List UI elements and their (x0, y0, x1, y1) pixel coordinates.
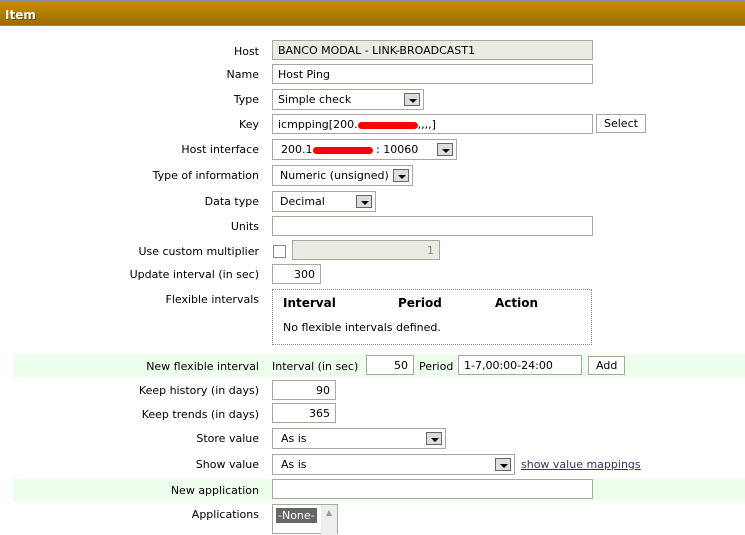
interface-suffix: : 10060 (376, 143, 419, 156)
units-label: Units (230, 220, 259, 233)
chevron-down-icon (426, 432, 442, 445)
redaction-mark (357, 121, 418, 129)
key-suffix: ,,,,] (417, 118, 436, 131)
chevron-down-icon (393, 169, 409, 182)
new-application-input[interactable] (272, 479, 593, 499)
type-label: Type (233, 93, 259, 106)
column-interval: Interval (283, 296, 336, 310)
host-field: BANCO MODAL - LINK-BROADCAST1 (272, 40, 593, 60)
keep-trends-label: Keep trends (in days) (141, 408, 259, 421)
key-input[interactable]: icmpping[200.,,,,] (272, 114, 593, 134)
new-application-label: New application (170, 484, 259, 497)
store-value-value: As is (281, 432, 307, 445)
custom-multiplier-input[interactable]: 1 (292, 240, 440, 260)
type-select[interactable]: Simple check (272, 89, 424, 110)
column-action: Action (495, 296, 539, 310)
show-value-value: As is (281, 458, 307, 471)
name-input[interactable]: Host Ping (272, 64, 593, 84)
update-interval-label: Update interval (in sec) (129, 268, 259, 281)
interval-label: Interval (in sec) (272, 360, 359, 373)
type-of-information-select[interactable]: Numeric (unsigned) (272, 165, 413, 186)
chevron-down-icon (404, 93, 420, 106)
interface-prefix: 200.1 (281, 143, 313, 156)
scrollbar-up-arrow-icon[interactable]: ▲ (321, 505, 337, 535)
custom-multiplier-label: Use custom multiplier (138, 245, 259, 258)
chevron-down-icon (437, 143, 453, 156)
flexible-intervals-label: Flexible intervals (165, 293, 260, 306)
form-title: Item (5, 8, 36, 22)
period-label: Period (419, 360, 454, 373)
applications-listbox[interactable]: -None- ▲ (272, 504, 338, 535)
host-interface-label: Host interface (181, 143, 259, 156)
period-input[interactable]: 1-7,00:00-24:00 (458, 355, 582, 375)
key-prefix: icmpping[200. (278, 118, 358, 131)
applications-option[interactable]: -None- (276, 508, 317, 523)
flexible-intervals-table: Interval Period Action No flexible inter… (272, 289, 592, 345)
empty-message: No flexible intervals defined. (283, 321, 441, 334)
chevron-down-icon (356, 195, 372, 208)
add-button[interactable]: Add (588, 356, 626, 375)
type-of-information-value: Numeric (unsigned) (280, 169, 389, 182)
show-value-label: Show value (195, 458, 259, 471)
name-label: Name (226, 68, 259, 81)
store-value-label: Store value (196, 432, 259, 445)
keep-history-label: Keep history (in days) (138, 384, 259, 397)
custom-multiplier-checkbox[interactable] (273, 245, 286, 258)
applications-label: Applications (191, 508, 259, 521)
interval-input[interactable]: 50 (366, 355, 414, 375)
new-flexible-interval-label: New flexible interval (146, 360, 259, 373)
chevron-down-icon (495, 458, 511, 471)
data-type-select[interactable]: Decimal (272, 191, 376, 212)
column-period: Period (398, 296, 442, 310)
redaction-mark (312, 146, 373, 154)
keep-history-input[interactable]: 90 (272, 380, 336, 400)
data-type-value: Decimal (280, 195, 325, 208)
key-label: Key (239, 118, 259, 131)
store-value-select[interactable]: As is (272, 428, 446, 449)
host-label: Host (233, 45, 259, 58)
data-type-label: Data type (204, 195, 259, 208)
keep-trends-input[interactable]: 365 (272, 403, 336, 423)
show-value-select[interactable]: As is (272, 454, 515, 475)
host-interface-select[interactable]: 200.1 : 10060 (272, 139, 457, 160)
form-header: Item (0, 0, 745, 26)
show-value-mappings-link[interactable]: show value mappings (521, 458, 641, 471)
update-interval-input[interactable]: 300 (272, 264, 321, 284)
type-value: Simple check (278, 93, 352, 106)
type-of-information-label: Type of information (152, 169, 259, 182)
select-button[interactable]: Select (596, 114, 646, 133)
units-input[interactable] (272, 216, 593, 236)
